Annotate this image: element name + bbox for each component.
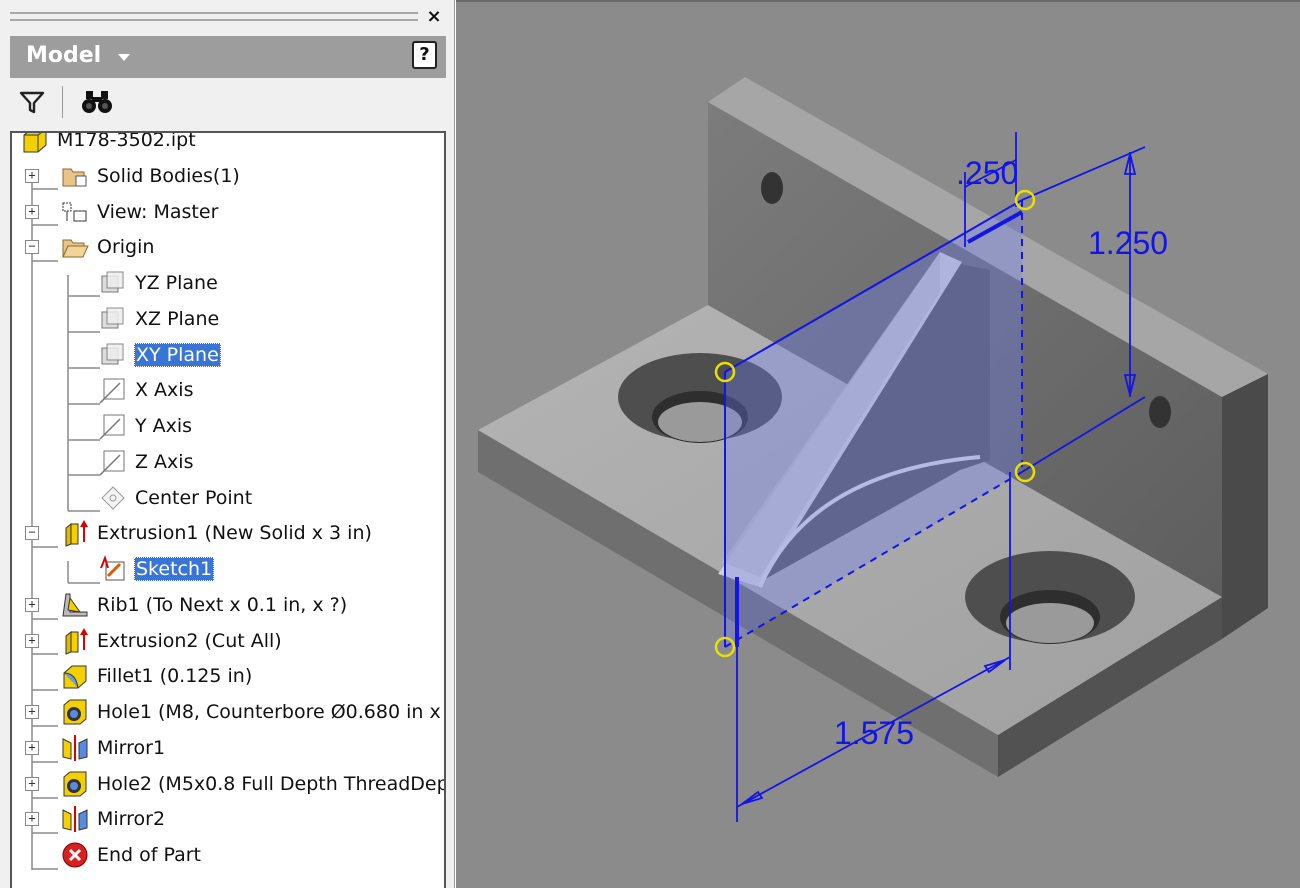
expander-mirror2[interactable]: +	[25, 812, 39, 826]
expander-origin[interactable]: −	[25, 240, 39, 254]
tree-node-y-axis[interactable]: Y Axis	[98, 411, 193, 441]
threaded-hole-left	[761, 172, 783, 204]
panel-grip[interactable]	[10, 12, 418, 21]
tree-node-label: Hole2 (M5x0.8 Full Depth ThreadDep	[97, 773, 446, 795]
expander-mirror1[interactable]: +	[25, 741, 39, 755]
mirror-icon	[60, 804, 90, 834]
tree-node-xz-plane[interactable]: XZ Plane	[98, 304, 220, 334]
hole-floor-right	[1006, 603, 1094, 643]
part-icon	[20, 133, 50, 155]
threaded-hole-right	[1149, 396, 1171, 428]
tree-node-label: Hole1 (M8, Counterbore Ø0.680 in x	[97, 701, 441, 723]
tree-node-x-axis[interactable]: X Axis	[98, 375, 194, 405]
dimension-length[interactable]: 1.575	[834, 715, 914, 751]
binoculars-icon[interactable]	[80, 89, 114, 115]
tree-node-solid-bodies[interactable]: Solid Bodies(1)	[60, 161, 241, 191]
model-tree: M178-3502.ipt + Solid Bodies(1) + View: Mast…	[10, 131, 446, 888]
tree-node-center-point[interactable]: Center Point	[98, 483, 253, 513]
expander-extrusion1[interactable]: −	[25, 526, 39, 540]
tree-node-origin[interactable]: Origin	[60, 232, 155, 262]
axis-icon	[98, 447, 128, 477]
tree-node-view-master[interactable]: View: Master	[60, 197, 219, 227]
tree-node-label: Origin	[97, 236, 155, 258]
tree-node-fillet1[interactable]: Fillet1 (0.125 in)	[60, 661, 253, 691]
plane-icon	[98, 304, 128, 334]
toolbar-separator	[62, 86, 63, 118]
model-dropdown[interactable]: Model	[26, 43, 101, 68]
plane-icon	[98, 268, 128, 298]
tree-node-z-axis[interactable]: Z Axis	[98, 447, 194, 477]
expander-extrusion2[interactable]: +	[25, 634, 39, 648]
tree-node-label: Mirror2	[97, 808, 166, 830]
tree-node-label: Extrusion2 (Cut All)	[97, 630, 282, 652]
axis-icon	[98, 375, 128, 405]
view-rep-icon	[60, 197, 90, 227]
tree-node-end-of-part[interactable]: End of Part	[60, 840, 202, 870]
tree-node-label: Extrusion1 (New Solid x 3 in)	[97, 522, 372, 544]
tree-node-label: XY Plane	[134, 343, 221, 367]
end-of-part-icon	[60, 840, 90, 870]
tree-node-label: YZ Plane	[135, 272, 218, 294]
expander-rib1[interactable]: +	[25, 598, 39, 612]
tree-node-label: End of Part	[97, 844, 202, 866]
tree-node-label: View: Master	[97, 201, 219, 223]
hole-icon	[60, 769, 90, 799]
axis-icon	[98, 411, 128, 441]
funnel-icon[interactable]	[19, 89, 45, 115]
hole-icon	[60, 697, 90, 727]
tree-node-yz-plane[interactable]: YZ Plane	[98, 268, 219, 298]
tree-node-extrusion2[interactable]: Extrusion2 (Cut All)	[60, 626, 283, 656]
model-browser-panel: × Model ? M178-3502.ipt + Solid Bodies(1…	[0, 0, 455, 888]
graphics-window[interactable]: .250 1.250 1.575	[456, 0, 1300, 888]
tree-node-label: Z Axis	[135, 451, 194, 473]
tree-node-label: Fillet1 (0.125 in)	[97, 665, 253, 687]
tree-node-label: Mirror1	[97, 737, 166, 759]
tree-node-label: M178-3502.ipt	[57, 131, 196, 151]
tree-node-mirror2[interactable]: Mirror2	[60, 804, 166, 834]
center-point-icon	[98, 483, 128, 513]
tree-node-extrusion1[interactable]: Extrusion1 (New Solid x 3 in)	[60, 518, 373, 548]
extrude-icon	[60, 518, 90, 548]
tree-node-xy-plane[interactable]: XY Plane	[98, 340, 221, 370]
plane-icon	[98, 340, 128, 370]
model-header: Model ?	[10, 36, 446, 78]
mirror-icon	[60, 733, 90, 763]
extrude-icon	[60, 626, 90, 656]
dimension-rib-thickness[interactable]: .250	[956, 155, 1018, 191]
tree-node-sketch1[interactable]: Sketch1	[98, 554, 215, 584]
close-panel-button[interactable]: ×	[424, 7, 444, 27]
tree-node-mirror1[interactable]: Mirror1	[60, 733, 166, 763]
expander-view-master[interactable]: +	[25, 205, 39, 219]
sketch-icon	[98, 554, 128, 584]
tree-node-label: X Axis	[135, 379, 194, 401]
part-model-view[interactable]: .250 1.250 1.575	[456, 2, 1300, 888]
chevron-down-icon[interactable]	[118, 54, 130, 61]
back-wall-end-face	[1222, 374, 1268, 639]
tree-node-label: Y Axis	[135, 415, 193, 437]
tree-node-hole1[interactable]: Hole1 (M8, Counterbore Ø0.680 in x	[60, 697, 442, 727]
tree-node-label: Solid Bodies(1)	[97, 165, 240, 187]
tree-node-rib1[interactable]: Rib1 (To Next x 0.1 in, x ?)	[60, 590, 348, 620]
tree-node-label: Center Point	[135, 487, 253, 509]
rib-icon	[60, 590, 90, 620]
help-button[interactable]: ?	[412, 41, 437, 69]
tree-node-hole2[interactable]: Hole2 (M5x0.8 Full Depth ThreadDep	[60, 769, 446, 799]
tree-node-part[interactable]: M178-3502.ipt	[20, 131, 197, 155]
tree-node-label: Rib1 (To Next x 0.1 in, x ?)	[97, 594, 348, 616]
tree-node-label: Sketch1	[134, 557, 215, 581]
expander-hole1[interactable]: +	[25, 705, 39, 719]
tree-node-label: XZ Plane	[135, 308, 220, 330]
expander-solid-bodies[interactable]: +	[25, 169, 39, 183]
open-folder-icon	[60, 232, 90, 262]
expander-hole2[interactable]: +	[25, 777, 39, 791]
fillet-icon	[60, 661, 90, 691]
browser-toolbar	[10, 80, 446, 124]
solid-bodies-folder-icon	[60, 161, 90, 191]
dimension-height[interactable]: 1.250	[1088, 225, 1168, 261]
